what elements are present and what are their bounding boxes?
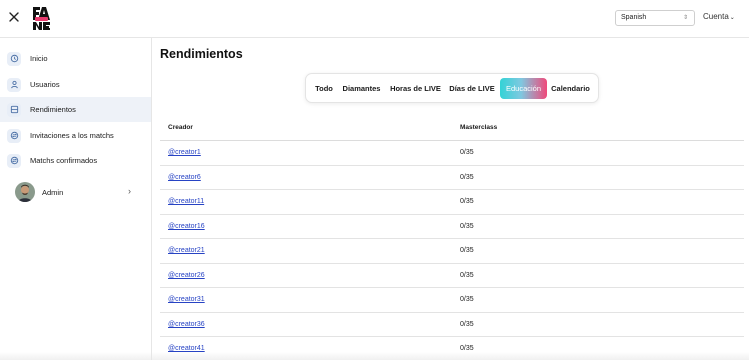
creator-link[interactable]: @creator6 — [168, 174, 201, 181]
creator-link[interactable]: @creator41 — [168, 345, 205, 352]
scroll-shadow — [0, 352, 749, 360]
sidebar-item-label: Rendimientos — [30, 105, 76, 114]
sidebar-item-invitaciones[interactable]: Invitaciones a los matchs — [0, 123, 151, 148]
home-icon — [7, 51, 21, 66]
language-select-value: Spanish — [621, 14, 647, 21]
creator-link[interactable]: @creator36 — [168, 321, 205, 328]
table-row: @creator26 0/35 — [160, 264, 744, 288]
tab-dias-de-live[interactable]: Días de LIVE — [448, 78, 496, 99]
column-header-masterclass[interactable]: Masterclass — [460, 124, 497, 131]
tab-calendario[interactable]: Calendario — [550, 78, 591, 99]
column-header-creador[interactable]: Creador — [168, 124, 193, 131]
brand-logo[interactable] — [31, 5, 53, 31]
sidebar-item-label: Inicio — [30, 54, 48, 63]
table-row: @creator16 0/35 — [160, 215, 744, 239]
sidebar-item-usuarios[interactable]: Usuarios — [0, 72, 151, 97]
table-row: @creator21 0/35 — [160, 239, 744, 264]
masterclass-value: 0/35 — [460, 149, 474, 156]
masterclass-value: 0/35 — [460, 222, 474, 230]
creator-link[interactable]: @creator11 — [168, 198, 204, 205]
sidebar-item-label: Usuarios — [30, 80, 60, 89]
masterclass-value: 0/35 — [460, 296, 474, 303]
table-row: @creator1 0/35 — [160, 141, 744, 166]
user-icon — [7, 77, 21, 92]
masterclass-value: 0/35 — [460, 345, 474, 352]
chevron-down-icon: ⌄ — [729, 15, 735, 21]
table-header: Creador Masterclass — [160, 116, 744, 141]
masterclass-value: 0/35 — [460, 271, 474, 279]
masterclass-value: 0/35 — [460, 173, 474, 181]
sidebar-item-label: Invitaciones a los matchs — [30, 131, 114, 140]
table-row: @creator31 0/35 — [160, 288, 744, 313]
masterclass-value: 0/35 — [460, 247, 474, 254]
tab-todo[interactable]: Todo — [313, 78, 335, 99]
select-caret-icon: ⇕ — [682, 15, 688, 21]
avatar — [15, 182, 35, 202]
match-confirmed-icon — [7, 153, 21, 168]
language-select[interactable]: Spanish ⇕ — [615, 10, 695, 26]
table-row: @creator11 0/35 — [160, 190, 744, 215]
admin-label: Admin — [42, 188, 64, 197]
creator-link[interactable]: @creator1 — [168, 149, 201, 156]
account-menu[interactable]: Cuenta⌄ — [703, 12, 735, 21]
masterclass-value: 0/35 — [460, 320, 474, 328]
creator-link[interactable]: @creator16 — [168, 223, 205, 230]
tab-educacion[interactable]: Educación — [500, 78, 547, 99]
creators-table: Creador Masterclass @creator1 0/35 @crea… — [160, 116, 744, 360]
table-row: @creator6 0/35 — [160, 166, 744, 190]
report-icon — [7, 102, 21, 117]
account-label: Cuenta — [703, 12, 729, 21]
match-icon — [7, 128, 21, 143]
table-row: @creator36 0/35 — [160, 313, 744, 337]
tab-horas-de-live[interactable]: Horas de LIVE — [389, 78, 442, 99]
tab-diamantes[interactable]: Diamantes — [341, 78, 382, 99]
top-bar: Spanish ⇕ Cuenta⌄ — [0, 0, 749, 38]
sidebar-item-rendimientos[interactable]: Rendimientos — [0, 97, 151, 122]
creator-link[interactable]: @creator26 — [168, 272, 205, 279]
creator-link[interactable]: @creator31 — [168, 296, 205, 303]
tab-bar: Todo Diamantes Horas de LIVE Días de LIV… — [305, 73, 599, 103]
page-title: Rendimientos — [160, 47, 243, 61]
masterclass-value: 0/35 — [460, 198, 474, 205]
close-icon[interactable] — [7, 10, 21, 24]
admin-profile[interactable]: Admin › — [0, 181, 151, 203]
creator-link[interactable]: @creator21 — [168, 247, 205, 254]
sidebar-item-matchs-confirmados[interactable]: Matchs confirmados — [0, 148, 151, 173]
sidebar: Inicio Usuarios Rendimientos Invitacione… — [0, 38, 152, 360]
sidebar-item-label: Matchs confirmados — [30, 156, 98, 165]
chevron-right-icon: › — [128, 186, 131, 196]
sidebar-item-inicio[interactable]: Inicio — [0, 46, 151, 71]
